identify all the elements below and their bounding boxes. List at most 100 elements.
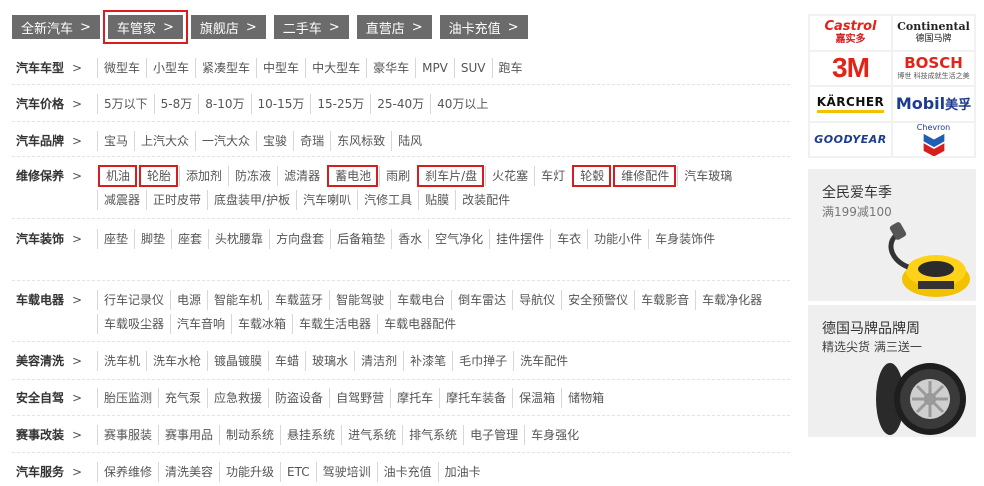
category-link[interactable]: 中大型车 [305,58,366,78]
category-link[interactable]: 25-40万 [370,94,430,114]
category-link[interactable]: 排气系统 [402,425,463,445]
category-link[interactable]: 电源 [170,290,207,310]
category-link[interactable]: 后备箱垫 [330,229,391,249]
category-link[interactable]: 轮胎 [139,165,179,187]
category-link[interactable]: 正时皮带 [146,190,207,210]
category-link[interactable]: 洗车水枪 [146,351,207,371]
category-link[interactable]: 智能驾驶 [329,290,390,310]
category-link[interactable]: 玻璃水 [305,351,354,371]
category-link[interactable]: 滤清器 [277,166,326,186]
brand-mobil-logo[interactable]: Mobil 美孚 [893,87,974,121]
category-link[interactable]: 保温箱 [512,388,561,408]
category-link[interactable]: 陆风 [391,131,428,151]
category-link[interactable]: 底盘装甲/护板 [207,190,296,210]
category-link[interactable]: 蓄电池 [327,165,379,187]
category-link[interactable]: 洗车机 [97,351,146,371]
category-title[interactable]: 汽车品牌 > [16,131,82,151]
category-link[interactable]: 方向盘套 [269,229,330,249]
category-link[interactable]: 保养维修 [97,462,158,482]
category-link[interactable]: 轮毂 [572,165,612,187]
category-link[interactable]: 赛事用品 [158,425,219,445]
category-link[interactable]: 一汽大众 [195,131,256,151]
category-link[interactable]: 豪华车 [366,58,415,78]
brand-goodyear-logo[interactable]: GOODYEAR [810,122,891,156]
category-link[interactable]: 汽修工具 [357,190,418,210]
category-link[interactable]: 紧凑型车 [195,58,256,78]
category-link[interactable]: 摩托车 [390,388,439,408]
category-link[interactable]: 宝马 [97,131,134,151]
category-link[interactable]: 宝骏 [256,131,293,151]
category-title[interactable]: 赛事改装 > [16,425,82,445]
category-link[interactable]: 座垫 [97,229,134,249]
category-link[interactable]: 车载电台 [390,290,451,310]
brand-castrol-logo[interactable]: Castrol 嘉实多 [810,16,891,50]
brand-3m-logo[interactable]: 3M [810,51,891,85]
category-link[interactable]: 10-15万 [250,94,311,114]
category-link[interactable]: 赛事服装 [97,425,158,445]
category-link[interactable]: 车衣 [550,229,587,249]
category-title[interactable]: 美容清洗 > [16,351,82,371]
category-link[interactable]: 车载电器配件 [377,314,462,334]
category-title[interactable]: 汽车服务 > [16,462,82,482]
category-link[interactable]: 导航仪 [512,290,561,310]
category-link[interactable]: 智能车机 [207,290,268,310]
category-link[interactable]: 洗车配件 [513,351,574,371]
category-link[interactable]: 贴膜 [418,190,455,210]
category-title[interactable]: 安全自驾 > [16,388,82,408]
category-link[interactable]: 15-25万 [310,94,370,114]
category-link[interactable]: 微型车 [97,58,146,78]
category-link[interactable]: 车载吸尘器 [97,314,170,334]
tab-5[interactable]: 油卡充值 > [439,15,528,39]
category-link[interactable]: 挂件摆件 [489,229,550,249]
category-link[interactable]: 油卡充值 [376,462,438,482]
category-link[interactable]: 镀晶镀膜 [207,351,268,371]
promo-continental-week[interactable]: 德国马牌品牌周 精选尖货 满三送一 [808,305,976,437]
category-link[interactable]: 火花塞 [485,166,534,186]
category-link[interactable]: 功能小件 [587,229,648,249]
category-link[interactable]: 5万以下 [97,94,154,114]
category-link[interactable]: 自驾野营 [329,388,390,408]
category-link[interactable]: 电子管理 [463,425,524,445]
category-link[interactable]: 倒车雷达 [451,290,512,310]
category-link[interactable]: 添加剂 [179,166,228,186]
category-link[interactable]: 车载影音 [634,290,695,310]
category-link[interactable]: 8-10万 [198,94,250,114]
category-link[interactable]: 维修配件 [613,165,677,187]
category-link[interactable]: 5-8万 [153,94,199,114]
category-link[interactable]: 驾驶培训 [315,462,377,482]
category-link[interactable]: ETC [280,462,316,482]
promo-car-season[interactable]: 全民爱车季 满199减100 [808,169,976,301]
category-link[interactable]: 40万以上 [430,94,494,114]
category-link[interactable]: 车身强化 [524,425,585,445]
category-title[interactable]: 车载电器 > [16,290,82,310]
category-link[interactable]: 车载冰箱 [231,314,292,334]
category-link[interactable]: 改装配件 [455,190,516,210]
category-link[interactable]: 进气系统 [341,425,402,445]
category-link[interactable]: 补漆笔 [403,351,452,371]
brand-chevron-logo[interactable]: Chevron [893,122,974,156]
category-link[interactable]: 车身装饰件 [648,229,721,249]
category-link[interactable]: 车载净化器 [695,290,768,310]
category-link[interactable]: 储物箱 [561,388,610,408]
tab-3[interactable]: 二手车 > [273,15,349,39]
category-link[interactable]: 上汽大众 [134,131,195,151]
category-link[interactable]: 清洁剂 [354,351,403,371]
category-link[interactable]: 脚垫 [134,229,171,249]
category-link[interactable]: 防冻液 [228,166,277,186]
category-link[interactable]: 充气泵 [158,388,207,408]
tab-1[interactable]: 车管家 > [102,10,188,44]
category-link[interactable]: 摩托车装备 [439,388,512,408]
category-link[interactable]: 悬挂系统 [280,425,341,445]
category-link[interactable]: 汽车音响 [170,314,231,334]
category-link[interactable]: 座套 [171,229,208,249]
category-link[interactable]: 车载蓝牙 [268,290,329,310]
category-link[interactable]: 行车记录仪 [97,290,170,310]
category-link[interactable]: 香水 [391,229,428,249]
category-link[interactable]: 制动系统 [219,425,280,445]
category-link[interactable]: 车载生活电器 [292,314,377,334]
category-link[interactable]: 雨刷 [379,166,416,186]
category-link[interactable]: 头枕腰靠 [208,229,269,249]
tab-0[interactable]: 全新汽车 > [12,15,100,39]
tab-4[interactable]: 直营店 > [356,15,432,39]
category-link[interactable]: 机油 [97,165,138,187]
